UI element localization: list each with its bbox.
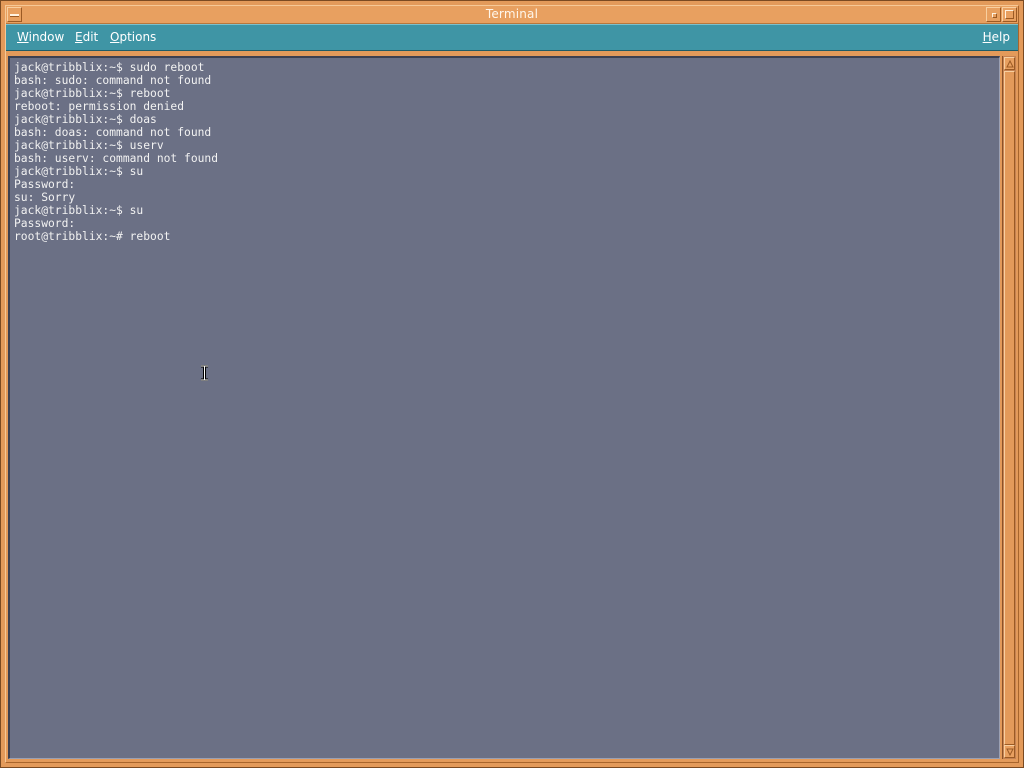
menu-help-label: elp <box>991 30 1010 44</box>
text-cursor-icon <box>201 365 208 381</box>
menu-options-label: ptions <box>119 30 157 44</box>
terminal-line: jack@tribblix:~$ su <box>14 204 144 217</box>
terminal-line: jack@tribblix:~$ sudo reboot <box>14 61 205 74</box>
arrow-down-icon <box>1006 748 1014 756</box>
arrow-up-icon <box>1006 60 1014 68</box>
terminal-line: jack@tribblix:~$ doas <box>14 113 157 126</box>
menu-window-label: indow <box>28 30 65 44</box>
menu-edit-mnemonic: E <box>75 30 83 44</box>
terminal-line: root@tribblix:~# reboot <box>14 230 171 243</box>
maximize-button[interactable] <box>1002 7 1017 22</box>
window-title: Terminal <box>485 7 539 21</box>
menu-options[interactable]: Options <box>110 30 156 44</box>
minimize-button[interactable] <box>986 7 1001 22</box>
terminal-window: Terminal Window Edit Options Help jack@t… <box>0 0 1024 768</box>
terminal-line: su: Sorry <box>14 191 76 204</box>
terminal-line: bash: sudo: command not found <box>14 74 212 87</box>
menu-window[interactable]: Window <box>17 30 64 44</box>
scroll-up-button[interactable] <box>1004 57 1015 70</box>
terminal-line: Password: <box>14 217 76 230</box>
terminal-text: jack@tribblix:~$ sudo reboot bash: sudo:… <box>14 61 218 243</box>
vertical-scrollbar[interactable] <box>1002 56 1016 759</box>
terminal-line: jack@tribblix:~$ su <box>14 165 144 178</box>
menu-help-mnemonic: H <box>982 30 992 44</box>
menu-bar: Window Edit Options Help <box>6 24 1018 51</box>
terminal-line: Password: <box>14 178 76 191</box>
terminal-line: bash: doas: command not found <box>14 126 212 139</box>
menu-window-mnemonic: W <box>17 30 29 44</box>
terminal-line: bash: userv: command not found <box>14 152 219 165</box>
menu-edit-label: dit <box>82 30 99 44</box>
terminal-line: jack@tribblix:~$ userv <box>14 139 164 152</box>
scrollbar-thumb[interactable] <box>1004 71 1015 745</box>
menu-help[interactable]: Help <box>983 30 1010 44</box>
maximize-icon <box>1005 10 1014 19</box>
terminal-line: jack@tribblix:~$ reboot <box>14 87 171 100</box>
minimize-icon <box>992 13 997 18</box>
title-bar[interactable]: Terminal <box>6 6 1018 24</box>
scroll-down-button[interactable] <box>1004 745 1015 758</box>
menu-edit[interactable]: Edit <box>75 30 98 44</box>
terminal-line: reboot: permission denied <box>14 100 185 113</box>
terminal-output-area[interactable]: jack@tribblix:~$ sudo reboot bash: sudo:… <box>8 56 1000 759</box>
